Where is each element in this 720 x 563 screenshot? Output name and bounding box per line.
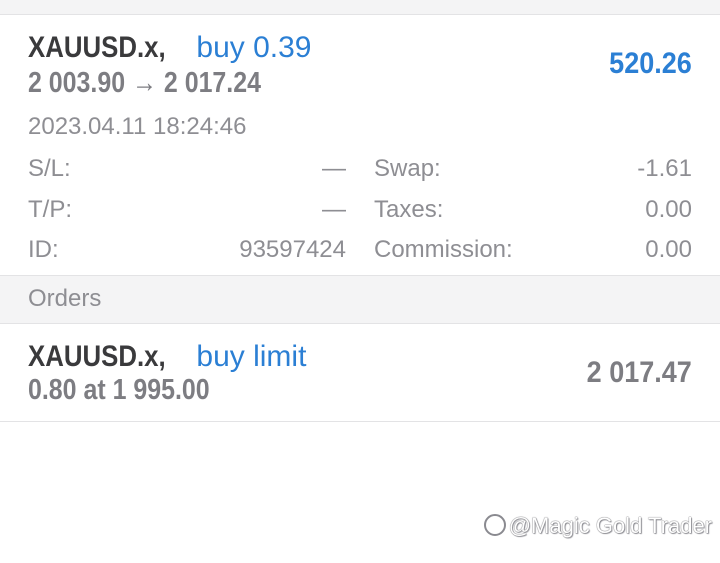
position-prices: 2 003.90 → 2 017.24 <box>28 67 261 100</box>
position-direction: buy 0.39 <box>196 31 312 64</box>
id-label: ID: <box>28 236 59 263</box>
orders-title: Orders <box>28 285 102 312</box>
order-row[interactable]: XAUUSD.x, buy limit 0.80 at 1 995.00 2 0… <box>0 324 720 422</box>
id-value: 93597424 <box>239 236 346 263</box>
position-profit: 520.26 <box>609 47 692 80</box>
position-title: XAUUSD.x, buy 0.39 <box>28 31 311 65</box>
sl-value: — <box>322 155 346 182</box>
order-title: XAUUSD.x, buy limit <box>28 340 306 374</box>
order-current-price: 2 017.47 <box>586 356 692 389</box>
current-price: 2 017.24 <box>163 67 261 99</box>
swap-label: Swap: <box>374 155 441 182</box>
position-symbol: XAUUSD.x, <box>28 31 166 64</box>
position-time: 2023.04.11 18:24:46 <box>28 113 247 140</box>
position-row[interactable]: XAUUSD.x, buy 0.39 2 003.90 → 2 017.24 5… <box>0 15 720 276</box>
order-volume-price: 0.80 at 1 995.00 <box>28 374 210 406</box>
top-section-strip <box>0 0 720 15</box>
tp-value: — <box>322 196 346 223</box>
swap-value: -1.61 <box>637 155 692 182</box>
commission-value: 0.00 <box>645 236 692 263</box>
arrow-icon: → <box>132 67 157 99</box>
douyin-logo-icon <box>483 514 506 536</box>
taxes-value: 0.00 <box>645 196 692 223</box>
watermark: @Magic Gold Trader <box>483 513 712 539</box>
order-type: buy limit <box>196 340 307 373</box>
open-price: 2 003.90 <box>28 67 126 99</box>
taxes-label: Taxes: <box>374 196 444 223</box>
commission-label: Commission: <box>374 236 513 263</box>
watermark-text: @Magic Gold Trader <box>508 513 712 538</box>
orders-section-header: Orders <box>0 276 720 324</box>
order-symbol: XAUUSD.x, <box>28 340 166 373</box>
sl-label: S/L: <box>28 155 71 182</box>
tp-label: T/P: <box>28 196 73 223</box>
